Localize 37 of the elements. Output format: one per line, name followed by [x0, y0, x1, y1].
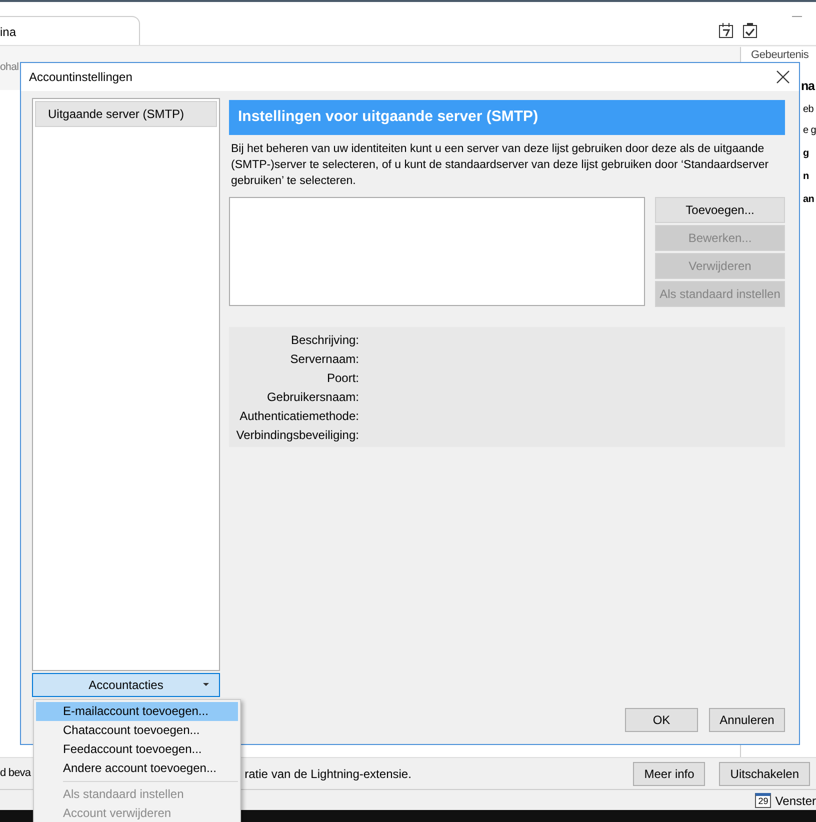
tree-item[interactable]: Uitgaande server (SMTP) — [35, 101, 217, 127]
field-label: Poort: — [326, 370, 359, 386]
pane-text: g — [803, 148, 809, 159]
menu-item[interactable]: Feedaccount toevoegen... — [36, 740, 238, 759]
notification-button[interactable]: Uitschakelen — [719, 762, 810, 786]
caret-icon — [203, 683, 209, 686]
field-label: Authenticatiemethode: — [238, 408, 359, 424]
field-label: Gebruikersnaam: — [266, 388, 359, 406]
notification-text: d beva — [0, 766, 31, 782]
dialog-button[interactable]: OK — [625, 708, 698, 732]
pane-text: an — [803, 194, 814, 205]
menu-item[interactable]: Chataccount toevoegen... — [36, 721, 238, 740]
pane-text: eb — [803, 104, 814, 115]
menu-item[interactable]: E-mailaccount toevoegen... — [36, 702, 238, 721]
toolbar-text: ohal — [0, 60, 19, 74]
description-text: Bij het beheren van uw identiteiten kunt u een server van deze lijst gebruiken door deze als de uitgaande (SMTP-)server te selecteren, of u kunt de standaardserver van deze lijst gebruiken door ‘Standaardserver gebruiken’ te selecteren. — [231, 142, 770, 188]
task-icon[interactable] — [742, 22, 758, 39]
calendar-date[interactable]: 29 — [755, 793, 772, 808]
account-actions-button[interactable]: Accountacties — [32, 673, 220, 697]
status-text: Venster — [775, 792, 816, 810]
field-label: Verbindingsbeveiliging: — [235, 426, 359, 444]
notification-text: ratie van de Lightning-extensie. — [244, 766, 412, 782]
server-button[interactable]: Toevoegen... — [655, 196, 785, 222]
tab[interactable]: ina — [0, 16, 140, 45]
section-header: Instellingen voor uitgaande server (SMTP) — [229, 100, 785, 134]
pane-text: na — [801, 79, 814, 93]
field-label: Servernaam: — [289, 350, 359, 368]
dialog-button[interactable]: Annuleren — [709, 708, 785, 732]
field-label: Beschrijving: — [290, 332, 359, 348]
menu-item[interactable]: Andere account toevoegen... — [36, 759, 238, 778]
calendar-icon[interactable] — [718, 22, 734, 39]
close-button[interactable] — [775, 69, 791, 85]
pane-text: e g — [803, 124, 816, 136]
notification-button[interactable]: Meer info — [633, 762, 706, 786]
pane-text: n — [803, 170, 809, 182]
pane-title: Gebeurtenis — [751, 49, 810, 61]
window-title: Accountinstellingen — [29, 69, 132, 86]
